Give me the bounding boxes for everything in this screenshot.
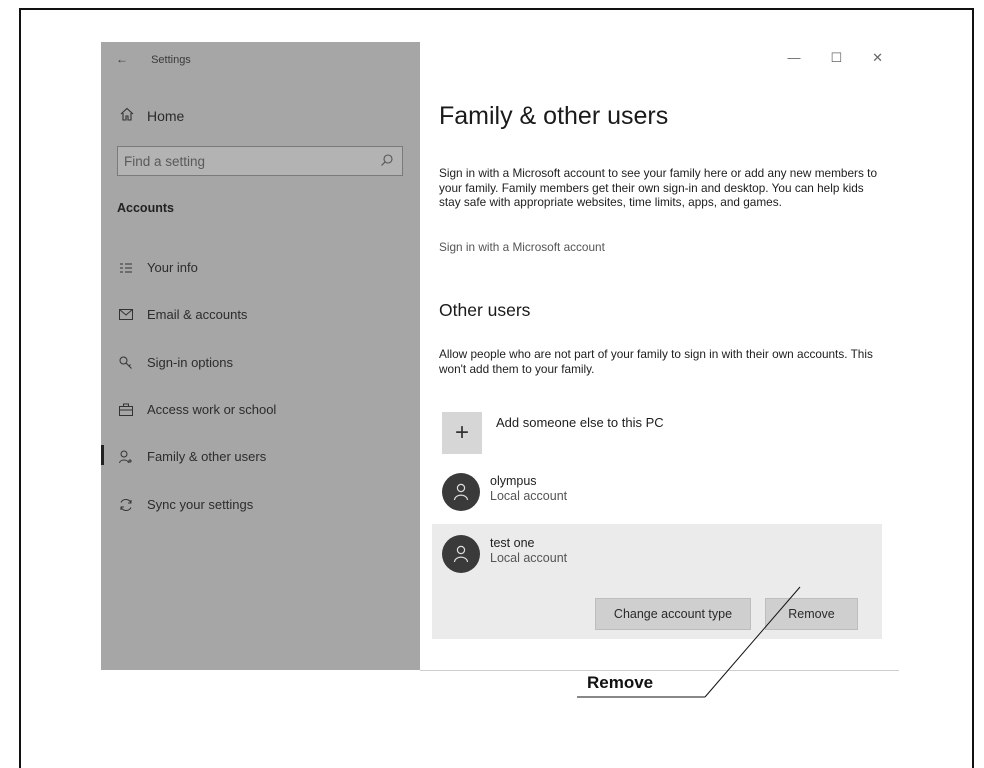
window-bottom-rule — [420, 670, 899, 671]
page-title: Family & other users — [439, 102, 669, 130]
callout-label: Remove — [587, 673, 654, 692]
sidebar-item-sign-in-options[interactable]: Sign-in options — [119, 355, 233, 370]
change-account-type-button[interactable]: Change account type — [595, 598, 751, 630]
user-account-type: Local account — [490, 551, 568, 565]
user-item-olympus[interactable]: olympus Local account — [442, 473, 567, 511]
user-name: olympus — [490, 474, 537, 488]
add-user-label: Add someone else to this PC — [496, 415, 664, 430]
active-item-indicator — [101, 445, 104, 465]
add-user-button[interactable]: + Add someone else to this PC — [442, 412, 664, 454]
remove-button[interactable]: Remove — [765, 598, 858, 630]
settings-window: ← Settings Home Find a setting Accounts … — [101, 42, 899, 670]
sidebar-item-label: Access work or school — [147, 402, 277, 417]
sidebar-item-access-work[interactable]: Access work or school — [119, 402, 276, 417]
your-info-icon — [119, 262, 133, 274]
user-account-type: Local account — [490, 489, 568, 503]
back-arrow-icon[interactable]: ← — [116, 52, 128, 66]
close-button[interactable]: ✕ — [872, 50, 883, 66]
content-pane: — ☐ ✕ Family & other users Sign in with … — [420, 42, 899, 670]
sidebar-item-label: Your info — [147, 260, 198, 275]
sidebar-item-your-info[interactable]: Your info — [119, 260, 198, 275]
window-title: Settings — [151, 54, 191, 66]
minimize-button[interactable]: — — [787, 50, 800, 66]
sidebar-item-label: Home — [147, 107, 185, 124]
sidebar-item-label: Sync your settings — [147, 497, 254, 512]
email-icon — [119, 309, 133, 320]
user-item-test-one[interactable]: test one Local account — [442, 535, 567, 573]
other-users-title: Other users — [439, 300, 531, 320]
window-controls: — ☐ ✕ — [787, 50, 883, 66]
family-description: Sign in with a Microsoft account to see … — [439, 166, 877, 210]
sidebar-item-label: Sign-in options — [147, 355, 233, 370]
sign-in-microsoft-link[interactable]: Sign in with a Microsoft account — [439, 240, 605, 254]
user-name: test one — [490, 536, 535, 550]
plus-icon: + — [442, 412, 482, 454]
maximize-button[interactable]: ☐ — [830, 50, 842, 66]
sidebar-item-sync-settings[interactable]: Sync your settings — [119, 497, 253, 512]
sidebar-item-label: Email & accounts — [147, 307, 248, 322]
section-title: Accounts — [117, 201, 174, 215]
sync-icon — [119, 498, 133, 512]
search-placeholder: Find a setting — [124, 153, 206, 169]
search-icon — [380, 153, 394, 170]
sidebar-item-home[interactable]: Home — [119, 106, 184, 125]
search-input[interactable]: Find a setting — [117, 146, 403, 176]
sidebar-item-label: Family & other users — [147, 449, 267, 464]
user-avatar-icon — [442, 535, 480, 573]
key-icon — [119, 356, 133, 370]
sidebar-item-email-accounts[interactable]: Email & accounts — [119, 307, 247, 322]
home-icon — [119, 106, 135, 125]
briefcase-icon — [119, 403, 133, 416]
person-add-icon — [119, 450, 133, 464]
sidebar-item-family-other-users[interactable]: Family & other users — [119, 449, 266, 464]
user-avatar-icon — [442, 473, 480, 511]
other-users-description: Allow people who are not part of your fa… — [439, 347, 873, 376]
sidebar: ← Settings Home Find a setting Accounts … — [101, 42, 420, 670]
window-title-bar: ← Settings — [116, 52, 191, 66]
